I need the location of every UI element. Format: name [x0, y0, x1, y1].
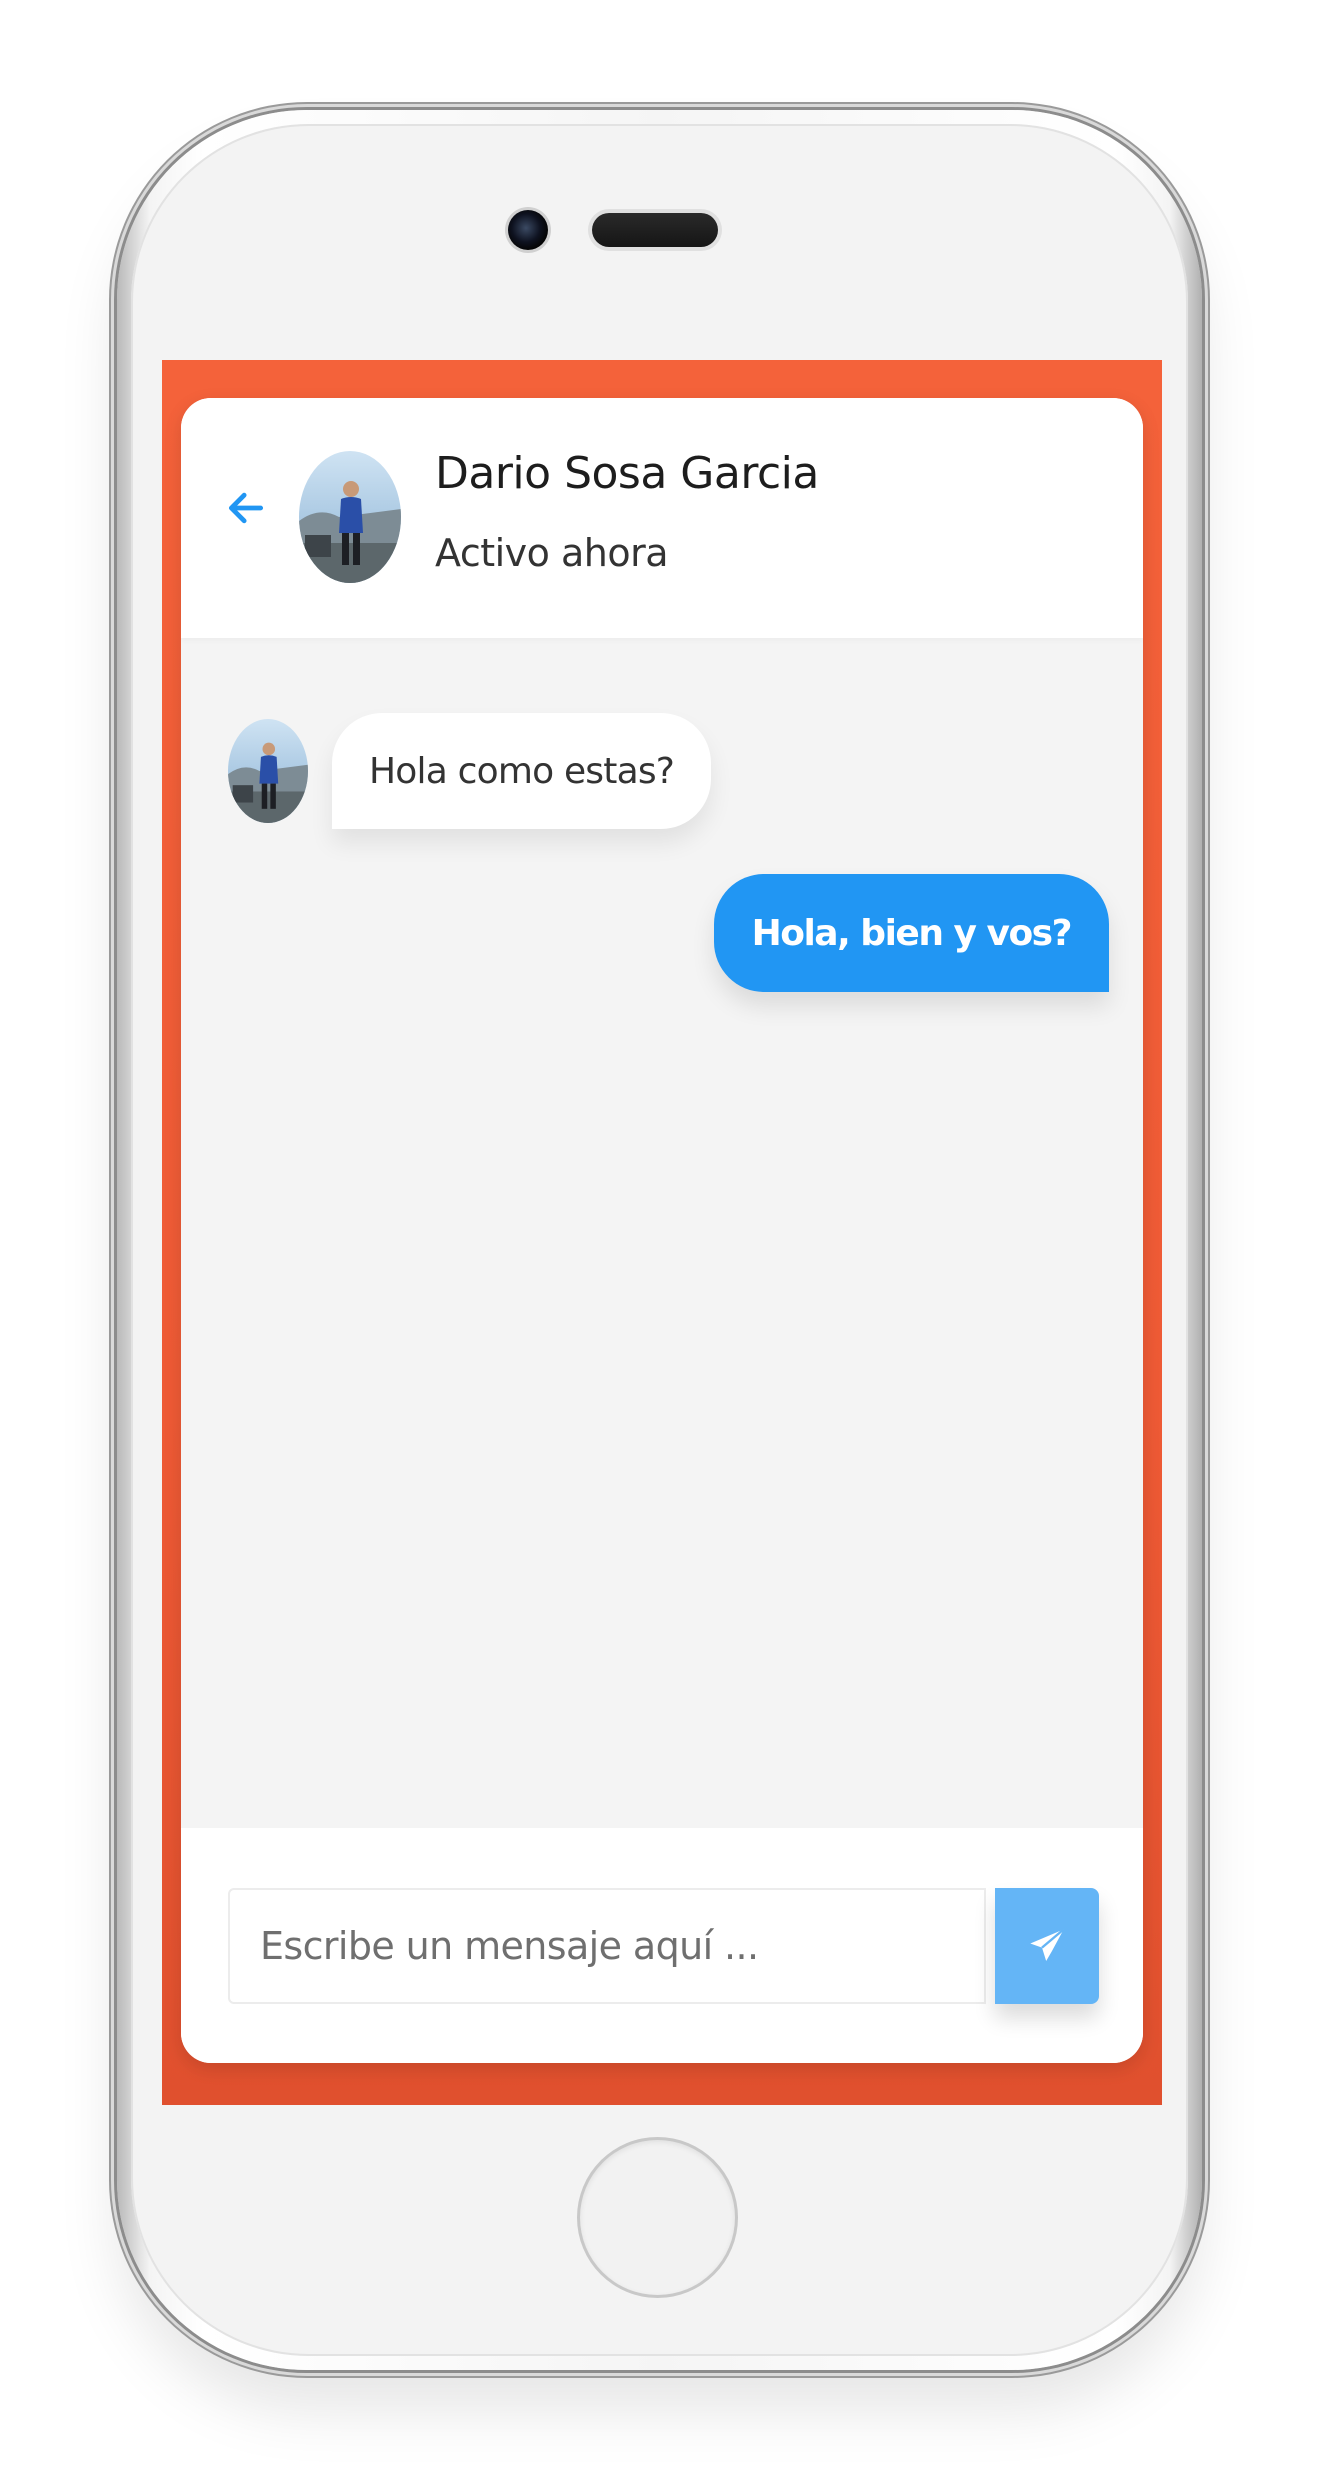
phone-screen: Dario Sosa Garcia Activo ahora Hola como…	[162, 360, 1162, 2105]
arrow-left-icon	[228, 492, 264, 524]
incoming-message-row: Hola como estas?	[228, 713, 712, 829]
phone-side-button-right	[1202, 575, 1208, 960]
incoming-message-bubble: Hola como estas?	[332, 713, 712, 829]
device-mockup: Dario Sosa Garcia Activo ahora Hola como…	[0, 0, 1319, 2475]
send-button[interactable]	[995, 1888, 1099, 2004]
outgoing-message-bubble: Hola, bien y vos?	[713, 874, 1109, 992]
contact-avatar[interactable]	[299, 451, 401, 583]
chat-window: Dario Sosa Garcia Activo ahora Hola como…	[181, 398, 1143, 2063]
avatar-photo-icon	[228, 719, 308, 823]
message-composer	[181, 1828, 1143, 2063]
back-button[interactable]	[221, 483, 271, 533]
paper-plane-icon	[1030, 1928, 1065, 1961]
message-input[interactable]	[228, 1888, 986, 2004]
front-camera	[508, 210, 548, 250]
home-button[interactable]	[580, 2140, 735, 2295]
sender-avatar	[228, 719, 308, 823]
earpiece-speaker	[592, 213, 718, 247]
message-list[interactable]: Hola como estas? Hola, bien y vos?	[181, 638, 1143, 1828]
chat-header: Dario Sosa Garcia Activo ahora	[181, 398, 1143, 638]
avatar-photo-icon	[299, 451, 401, 583]
contact-status: Activo ahora	[435, 531, 669, 575]
phone-side-button-left	[110, 575, 116, 960]
contact-name: Dario Sosa Garcia	[435, 448, 819, 499]
